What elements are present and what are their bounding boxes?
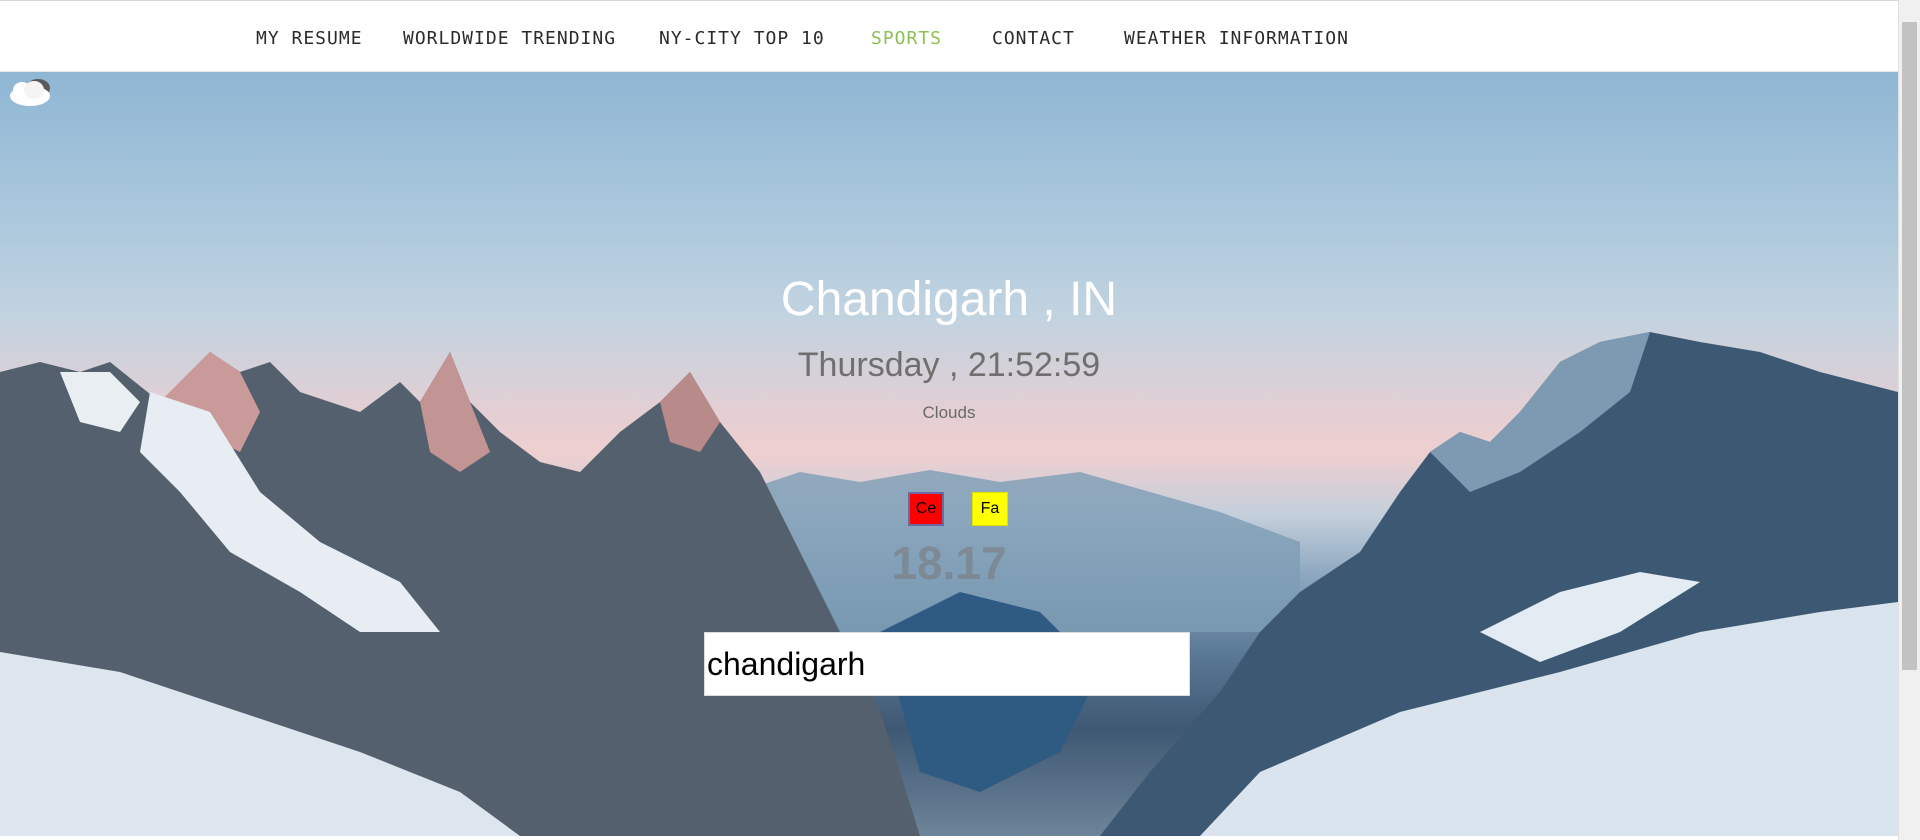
city-search-input[interactable] bbox=[704, 632, 1190, 696]
celsius-button[interactable]: Ce bbox=[908, 492, 944, 526]
nav-worldwide-trending[interactable]: WORLDWIDE TRENDING bbox=[403, 28, 616, 49]
cloud-icon bbox=[10, 79, 50, 106]
day-time: Thursday , 21:52:59 bbox=[797, 346, 1101, 384]
fahrenheit-button[interactable]: Fa bbox=[972, 492, 1008, 526]
top-navigation: MY RESUME WORLDWIDE TRENDING NY-CITY TOP… bbox=[0, 0, 1898, 72]
nav-sports[interactable]: SPORTS bbox=[871, 28, 942, 49]
mountain-landscape-image bbox=[0, 332, 1898, 836]
city-title: Chandigarh , IN bbox=[780, 273, 1118, 326]
nav-ny-city-top-10[interactable]: NY-CITY TOP 10 bbox=[659, 28, 825, 49]
nav-my-resume[interactable]: MY RESUME bbox=[256, 28, 363, 49]
weather-condition: Clouds bbox=[922, 403, 976, 422]
nav-contact[interactable]: CONTACT bbox=[992, 28, 1075, 49]
nav-weather-information[interactable]: WEATHER INFORMATION bbox=[1124, 28, 1349, 49]
vertical-scrollbar[interactable] bbox=[1898, 0, 1920, 840]
scrollbar-thumb[interactable] bbox=[1902, 22, 1917, 670]
hero-mountain-background: Chandigarh , IN Thursday , 21:52:59 Clou… bbox=[0, 72, 1898, 836]
temperature-value: 18.17 bbox=[891, 537, 1007, 589]
